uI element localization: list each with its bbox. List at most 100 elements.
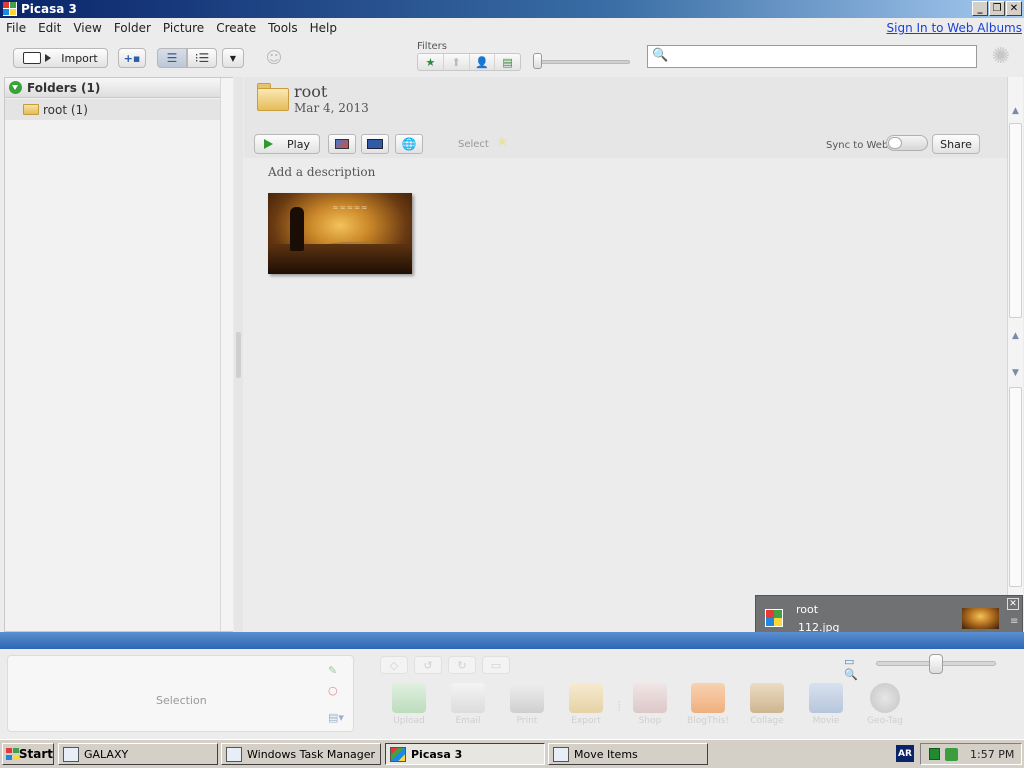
- upload-button[interactable]: Upload: [383, 683, 435, 726]
- flat-folder-view-button[interactable]: ☰: [157, 48, 187, 68]
- geotag-tray-button[interactable]: Geo-Tag: [859, 683, 911, 726]
- security-icon[interactable]: [945, 747, 958, 761]
- title-bar: Picasa 3 _ ❐ ✕: [0, 0, 1024, 18]
- taskbar-item-picasa[interactable]: Picasa 3: [385, 743, 545, 765]
- add-album-button[interactable]: +▪: [118, 48, 146, 68]
- menu-help[interactable]: Help: [304, 21, 343, 35]
- clock[interactable]: 1:57 PM: [970, 748, 1014, 761]
- movie-create-button[interactable]: [361, 134, 389, 154]
- menu-file[interactable]: File: [0, 21, 32, 35]
- blogthis-button[interactable]: BlogThis!: [682, 683, 734, 726]
- start-button[interactable]: Start: [2, 743, 54, 765]
- movie-label: Movie: [812, 716, 840, 726]
- share-button[interactable]: Share: [932, 134, 980, 154]
- folder-list-scrollbar[interactable]: [220, 78, 233, 631]
- scrollbar-thumb[interactable]: [1009, 123, 1022, 318]
- view-options-dropdown[interactable]: ▼: [222, 48, 244, 68]
- filter-faces-button[interactable]: 👤: [470, 54, 496, 70]
- folders-header[interactable]: Folders (1): [5, 78, 220, 98]
- menu-create[interactable]: Create: [210, 21, 262, 35]
- album-description[interactable]: Add a description: [268, 165, 375, 179]
- movie-button[interactable]: Movie: [800, 683, 852, 726]
- rotate-left-icon[interactable]: ↺: [414, 656, 442, 674]
- filter-starred-button[interactable]: ★: [418, 54, 444, 70]
- export-button[interactable]: Export: [560, 683, 612, 726]
- window-title: Picasa 3: [21, 2, 77, 16]
- filter-movies-button[interactable]: ▤: [495, 54, 520, 70]
- tree-view-icon: ⁝☰: [194, 51, 210, 65]
- pin-icon[interactable]: ✎: [328, 664, 337, 677]
- photo-thumbnail[interactable]: ≈≈≈≈≈: [268, 193, 412, 274]
- selection-label: Selection: [156, 694, 207, 707]
- menu-tools[interactable]: Tools: [262, 21, 304, 35]
- album-date[interactable]: Mar 4, 2013: [294, 101, 369, 115]
- notification-thumbnail[interactable]: [962, 608, 999, 629]
- taskbar-item-task-manager[interactable]: Windows Task Manager: [221, 743, 381, 765]
- taskbar-item-label: Move Items: [574, 747, 638, 761]
- people-icon[interactable]: ☺: [262, 48, 286, 68]
- scrollbar-track-lower[interactable]: [1009, 387, 1022, 587]
- splitter-grip[interactable]: [236, 332, 241, 378]
- search-icon: 🔍: [652, 48, 669, 63]
- import-label: Import: [61, 51, 98, 65]
- collage-icon: [750, 683, 784, 713]
- zoom-icon: ▭🔍: [844, 655, 858, 681]
- rotate-right-icon[interactable]: ↻: [448, 656, 476, 674]
- folder-item-root[interactable]: root (1): [5, 99, 220, 120]
- tree-folder-view-button[interactable]: ⁝☰: [187, 48, 217, 68]
- gift-cd-button[interactable]: [328, 134, 356, 154]
- thumbnail-artwork-text-icon: ≈≈≈≈≈: [332, 203, 369, 212]
- filter-uploaded-button[interactable]: ⬆: [444, 54, 470, 70]
- scroll-up-icon-2[interactable]: ▲: [1008, 327, 1023, 345]
- restore-button[interactable]: ❐: [989, 1, 1005, 16]
- selection-tray[interactable]: Selection ✎ ○ ▤▾: [7, 655, 354, 732]
- caption-icon[interactable]: ▭: [482, 656, 510, 674]
- album-view-scrollbar[interactable]: ▲ ▲ ▼: [1007, 77, 1023, 632]
- close-icon[interactable]: ✕: [1007, 598, 1019, 610]
- sign-in-link[interactable]: Sign In to Web Albums: [887, 21, 1023, 35]
- geotag-button[interactable]: 🌐: [395, 134, 423, 154]
- print-button[interactable]: Print: [501, 683, 553, 726]
- photo-icon: [335, 139, 349, 149]
- filter-date-slider-track[interactable]: [535, 60, 630, 64]
- explorer-icon: [63, 746, 79, 762]
- minimize-button[interactable]: _: [972, 1, 988, 16]
- play-slideshow-button[interactable]: Play: [254, 134, 320, 154]
- scroll-up-icon[interactable]: ▲: [1008, 102, 1023, 120]
- menu-folder[interactable]: Folder: [108, 21, 157, 35]
- print-label: Print: [516, 716, 538, 726]
- photo-tray: Selection ✎ ○ ▤▾ ◇ ↺ ↻ ▭ ▭🔍 Upload Email…: [0, 649, 1024, 739]
- close-button[interactable]: ✕: [1006, 1, 1022, 16]
- taskbar-item-galaxy[interactable]: GALAXY: [58, 743, 218, 765]
- search-input[interactable]: [670, 48, 970, 65]
- shop-button[interactable]: Shop: [624, 683, 676, 726]
- scroll-down-icon[interactable]: ▼: [1008, 364, 1023, 382]
- network-icon[interactable]: [929, 748, 940, 760]
- tag-icon[interactable]: ◇: [380, 656, 408, 674]
- collage-button[interactable]: Collage: [741, 683, 793, 726]
- photo-tray-divider[interactable]: [0, 632, 1024, 649]
- menu-picture[interactable]: Picture: [157, 21, 210, 35]
- album-title[interactable]: root: [294, 82, 327, 101]
- star-icon: ★: [425, 55, 436, 69]
- email-button[interactable]: Email: [442, 683, 494, 726]
- menu-lines-icon[interactable]: ≡: [1010, 616, 1018, 627]
- taskbar-item-move-items[interactable]: Move Items: [548, 743, 708, 765]
- menu-edit[interactable]: Edit: [32, 21, 67, 35]
- language-indicator[interactable]: AR: [896, 745, 914, 762]
- select-all-star-icon[interactable]: ★: [496, 134, 509, 150]
- upload-label: Upload: [393, 716, 425, 726]
- move-items-icon: [553, 746, 569, 762]
- toolbar: Import +▪ ☰ ⁝☰ ▼ ☺ Filters ★ ⬆ 👤 ▤ 🔍: [0, 38, 1024, 76]
- collage-label: Collage: [750, 716, 784, 726]
- sync-to-web-toggle[interactable]: [886, 135, 928, 151]
- filter-date-slider-handle[interactable]: [533, 53, 542, 69]
- email-label: Email: [455, 716, 481, 726]
- clear-selection-icon[interactable]: ○: [328, 684, 338, 697]
- import-button[interactable]: Import: [13, 48, 108, 68]
- thumbnail-size-slider-handle[interactable]: [929, 654, 943, 674]
- menu-view[interactable]: View: [67, 21, 107, 35]
- panel-splitter[interactable]: [234, 77, 243, 632]
- album-add-icon[interactable]: ▤▾: [328, 711, 344, 724]
- collapse-icon[interactable]: [9, 81, 22, 94]
